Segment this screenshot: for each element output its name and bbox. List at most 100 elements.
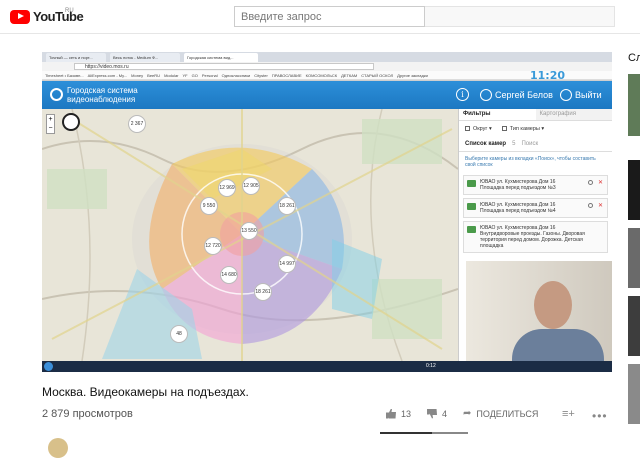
pin-icon[interactable] [588, 180, 593, 185]
share-button[interactable]: ➦ ПОДЕЛИТЬСЯ [463, 408, 538, 419]
camera-list-count: 5 [512, 141, 516, 147]
windows-taskbar: 0:12 [42, 361, 612, 372]
thumbs-down-icon [427, 408, 438, 419]
browser-tab-active: Городская система вид... [184, 53, 258, 62]
camera-cluster[interactable]: 18 261 [278, 197, 296, 215]
camera-icon [467, 226, 476, 233]
camera-cluster[interactable]: 14 997 [278, 255, 296, 273]
camera-list-item[interactable]: ЮВАО ул. Кухмистерова Дом 16 Площадка пе… [463, 175, 608, 195]
user-name: Сергей Белов [495, 90, 553, 100]
user-icon [480, 89, 492, 101]
remove-icon[interactable]: ✕ [598, 203, 603, 209]
camera-list-item[interactable]: ЮВАО ул. Кухмистерова Дом 16 Площадка пе… [463, 198, 608, 218]
bookmark: Personal [201, 72, 218, 78]
region-code: RU [65, 8, 74, 14]
city-logo-icon [50, 88, 63, 101]
camera-desc: Площадка перед подъездом №3 [480, 185, 556, 191]
more-actions-icon[interactable]: ••• [592, 409, 608, 423]
camera-cluster[interactable]: 48 [170, 325, 188, 343]
user-menu[interactable]: Сергей Белов [480, 89, 553, 101]
panel-tabs: Фильтры Картография [459, 109, 612, 121]
tab-camera-list[interactable]: Список камер [465, 141, 506, 147]
site-title-line2: видеонаблюдения [67, 95, 136, 104]
camera-cluster[interactable]: 12 905 [242, 177, 260, 195]
sentiment-bar-likes [380, 432, 432, 434]
webcam-overlay [466, 261, 612, 365]
pin-icon[interactable] [588, 203, 593, 208]
share-label: ПОДЕЛИТЬСЯ [476, 408, 539, 419]
tab-search[interactable]: Поиск [521, 141, 538, 147]
remove-icon[interactable]: ✕ [598, 180, 603, 186]
camera-list-tabs: Список камер 5 Поиск [459, 137, 612, 152]
bookmark: Money [131, 72, 144, 78]
camera-cluster[interactable]: 14 680 [220, 266, 238, 284]
video-player[interactable]: Точный — сеть и порт... Весь поток - Med… [42, 52, 612, 372]
add-to-playlist-icon[interactable]: ≡+ [562, 408, 575, 420]
logout-button[interactable]: Выйти [560, 89, 602, 101]
youtube-header: YouTube RU Введите запрос [0, 0, 640, 34]
checkbox-icon [465, 126, 470, 132]
camera-cluster[interactable]: 2 367 [128, 115, 146, 133]
youtube-wordmark: YouTube [33, 9, 84, 24]
camera-list-item[interactable]: ЮВАО ул. Кухмистерова Дом 16 Внутридворо… [463, 221, 608, 253]
tab-cartography[interactable]: Картография [536, 109, 613, 120]
sidebar-thumbnail[interactable] [628, 228, 640, 288]
video-title: Москва. Видеокамеры на подъездах. [42, 385, 249, 399]
bookmark: СТАРЫЙ ОСКОЛ [361, 72, 394, 78]
like-button[interactable]: 13 [386, 408, 412, 419]
browser-tab: Точный — сеть и порт... [46, 53, 106, 62]
filter-district[interactable]: Округ ▾ [465, 126, 492, 132]
camera-list-hint: Выберите камеры из вкладки «Поиск», чтоб… [465, 156, 596, 168]
camera-icon [467, 180, 476, 187]
filter-row: Округ ▾ Тип камеры ▾ [459, 121, 612, 137]
dislike-count: 4 [442, 408, 448, 419]
tab-filters[interactable]: Фильтры [459, 109, 536, 120]
sidebar-thumbnail[interactable] [628, 296, 640, 356]
share-icon: ➦ [463, 408, 472, 419]
info-icon[interactable]: i [456, 88, 469, 101]
zoom-in-button[interactable]: + [47, 115, 54, 124]
search-button[interactable] [425, 6, 615, 27]
sidebar-heading: Сл [628, 52, 640, 64]
camera-desc: Внутридворовые проезды. Газоны. Дворовая… [480, 231, 585, 249]
camera-icon [467, 203, 476, 210]
map-view[interactable]: + − 2 367 12 969 12 905 9 550 12 720 13 … [42, 109, 458, 361]
bookmark: BeeRU [147, 72, 161, 78]
browser-tab: Весь поток - Medium Ф... [110, 53, 180, 62]
filter-camera-type[interactable]: Тип камеры ▾ [501, 126, 544, 132]
logout-label: Выйти [575, 90, 602, 100]
search-input[interactable]: Введите запрос [234, 6, 425, 27]
camera-cluster[interactable]: 13 550 [240, 222, 258, 240]
channel-avatar[interactable] [48, 438, 68, 458]
camera-cluster[interactable]: 12 969 [218, 179, 236, 197]
zoom-control: + − [46, 114, 55, 134]
bookmark: Одноклассники [221, 72, 251, 78]
taskbar-time: 0:12 [426, 363, 436, 369]
start-icon [44, 362, 53, 371]
checkbox-icon [501, 126, 507, 132]
sidebar-thumbnail[interactable] [628, 364, 640, 424]
sidebar-thumbnail[interactable] [628, 74, 640, 136]
bookmark: Modular [164, 72, 179, 78]
bookmark: Timesheet • Базовн... [45, 72, 84, 78]
camera-cluster[interactable]: 18 261 [254, 283, 272, 301]
like-count: 13 [401, 408, 412, 419]
camera-cluster[interactable]: 9 550 [200, 197, 218, 215]
bookmark: ПРАВОСЛАВИЕ [271, 72, 302, 78]
browser-tab-strip: Точный — сеть и порт... Весь поток - Med… [42, 52, 612, 62]
browser-url: https://video.mos.ru [74, 63, 374, 70]
browser-bookmarks-bar: Timesheet • Базовн... AliExpress.com - M… [42, 71, 612, 80]
youtube-play-icon [10, 9, 30, 24]
sidebar-thumbnail[interactable] [628, 160, 640, 220]
bookmark: Другие закладки [397, 72, 428, 78]
bookmark: Cityster [254, 72, 268, 78]
camera-desc: Площадка перед подъездом №4 [480, 208, 556, 214]
site-header: Городская система видеонаблюдения i Серг… [42, 81, 612, 109]
video-actions: 13 4 ➦ ПОДЕЛИТЬСЯ [386, 408, 554, 419]
camera-cluster[interactable]: 12 720 [204, 237, 222, 255]
zoom-out-button[interactable]: − [47, 124, 54, 133]
bookmark: AliExpress.com - My... [87, 72, 128, 78]
dislike-button[interactable]: 4 [427, 408, 448, 419]
thumbs-up-icon [386, 408, 396, 419]
locate-icon[interactable] [62, 113, 80, 131]
